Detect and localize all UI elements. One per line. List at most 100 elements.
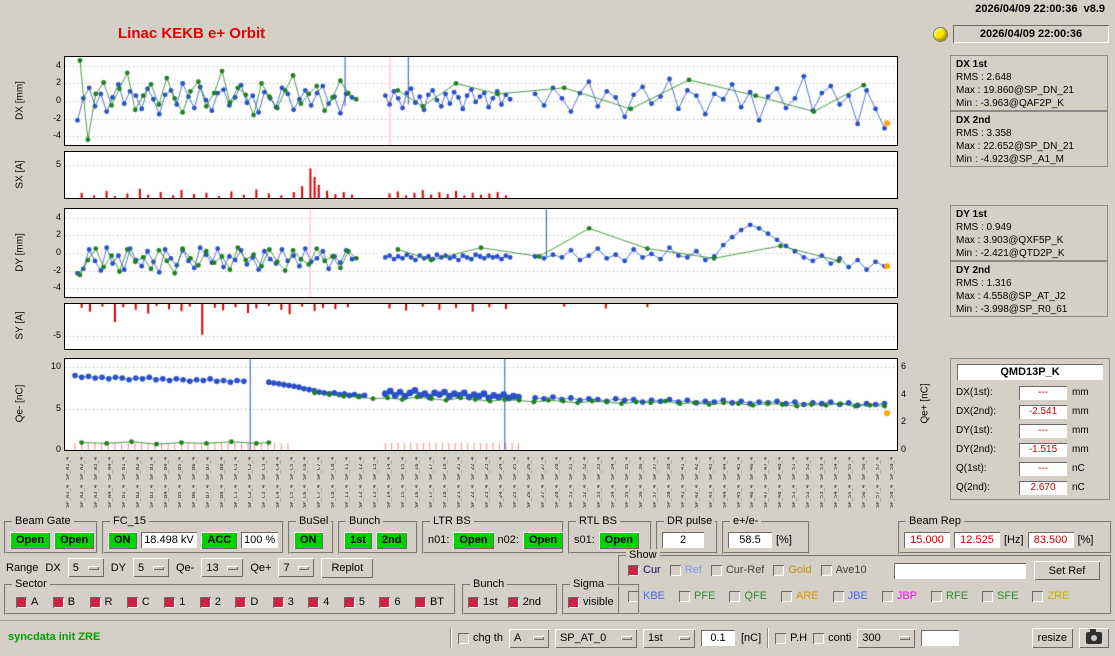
- dy-plot: [64, 208, 898, 298]
- show-cur-ref-checkbox[interactable]: Cur-Ref: [710, 564, 764, 576]
- snapshot-button[interactable]: [1079, 628, 1109, 648]
- sector-checkbox-b[interactable]: B: [52, 596, 75, 608]
- checkbox-indicator: [199, 596, 211, 608]
- conti-checkbox[interactable]: conti: [813, 632, 851, 644]
- beam-rep-group: Beam Rep 15.000 12.525 [Hz] 83.500 [%]: [898, 515, 1112, 554]
- bpm-name-label: SP_C3_4: [261, 456, 267, 480]
- bpm-name-label: SP_16_4: [415, 484, 421, 508]
- dr-pulse-field[interactable]: 2: [662, 532, 704, 548]
- fc15-on-button[interactable]: ON: [108, 531, 137, 549]
- monitor-name[interactable]: QMD13P_K: [957, 364, 1103, 380]
- axis-tick-label: 0: [901, 444, 907, 454]
- ltr-n02-open-button[interactable]: Open: [522, 531, 564, 549]
- sector-checkbox-5[interactable]: 5: [343, 596, 365, 608]
- bpm-name-label: SP_58_4: [890, 484, 896, 508]
- sector-checkbox-r[interactable]: R: [89, 596, 112, 608]
- blank-field[interactable]: [921, 630, 960, 646]
- bpm-name-label: SP_13_4: [373, 456, 379, 480]
- beam-gate-open-2-button[interactable]: Open: [54, 531, 95, 549]
- sector-checkbox-bt[interactable]: BT: [414, 596, 444, 608]
- sector-checkbox-4[interactable]: 4: [308, 596, 329, 608]
- checkbox-label: 1st: [483, 596, 498, 608]
- range-dx-select[interactable]: 5: [67, 558, 104, 577]
- fc15-percent-field[interactable]: 100 %: [241, 532, 278, 548]
- ph-checkbox[interactable]: P.H: [775, 632, 807, 644]
- bunch-1st-checkbox[interactable]: 1st: [468, 596, 498, 608]
- sector-checkbox-a[interactable]: A: [16, 596, 38, 608]
- range-qep-value: 7: [283, 561, 290, 574]
- show-jbp-checkbox[interactable]: JBP: [881, 590, 917, 602]
- bunch-buttons-group: Bunch 1st 2nd: [338, 515, 418, 554]
- ref-name-input[interactable]: [894, 563, 1026, 579]
- bpm-name-axis: SP_A1_4 SP_A2_4 SP_A3_4 SP_A4_4 SP_B1_4 SP_B2…: [64, 452, 898, 508]
- monitor-row: DY(1st): --- mm: [951, 421, 1109, 440]
- sector-checkbox-2[interactable]: 2: [199, 596, 221, 608]
- bpm-name-label: SP_B5_4: [177, 456, 183, 480]
- sector-checkbox-c[interactable]: C: [126, 596, 150, 608]
- bpm-name-label: SP_A4_4: [107, 484, 113, 508]
- ltr-n01-open-button[interactable]: Open: [453, 531, 494, 549]
- interval-select[interactable]: 300: [857, 628, 916, 648]
- bunch-1st-button[interactable]: 1st: [344, 531, 372, 549]
- sector-select[interactable]: A: [508, 628, 549, 648]
- group-label: Beam Rep: [906, 515, 964, 528]
- bpm-name-label: SP_C1_4: [233, 484, 239, 508]
- fc15-acc-button[interactable]: ACC: [201, 531, 238, 549]
- bpm-name-label: SP_28_4: [554, 456, 560, 480]
- replot-button[interactable]: Replot: [321, 557, 374, 578]
- monitor-select[interactable]: SP_AT_0: [554, 628, 637, 648]
- show-pfe-checkbox[interactable]: PFE: [679, 590, 715, 602]
- header-version: v8.9: [1083, 3, 1105, 15]
- checkbox-indicator: [628, 564, 639, 576]
- bunch-select[interactable]: 1st: [642, 628, 695, 648]
- sigma-visible-checkbox[interactable]: visible: [568, 596, 614, 608]
- bpm-name-label: SP_47_4: [764, 484, 770, 508]
- show-ref-checkbox[interactable]: Ref: [669, 564, 702, 576]
- sy-axis-title: SY [A]: [14, 311, 26, 340]
- show-are-checkbox[interactable]: ARE: [781, 590, 819, 602]
- dx-plot-canvas[interactable]: [65, 57, 897, 145]
- stats-rms: RMS : 0.949: [956, 222, 1012, 233]
- sx-plot-canvas[interactable]: [65, 152, 897, 198]
- epem-field[interactable]: 58.5: [728, 532, 772, 548]
- range-dy-select[interactable]: 5: [132, 558, 169, 577]
- dropdown-indicator-icon: [227, 565, 239, 570]
- bpm-name-label: SP_57_4: [876, 484, 882, 508]
- bpm-name-label: SP_42_4: [694, 484, 700, 508]
- set-ref-button[interactable]: Set Ref: [1034, 561, 1100, 580]
- show-qfe-checkbox[interactable]: QFE: [729, 590, 767, 602]
- show-cur-checkbox[interactable]: Cur: [628, 564, 661, 576]
- status-controls: chg th A SP_AT_0 1st 0.1 [nC] P.H conti …: [450, 628, 1109, 648]
- sector-checkbox-d[interactable]: D: [235, 596, 258, 608]
- dropdown-indicator-icon: [152, 565, 164, 570]
- sy-plot-canvas[interactable]: [65, 304, 897, 349]
- show-sfe-checkbox[interactable]: SFE: [982, 590, 1018, 602]
- range-qem-select[interactable]: 13: [201, 558, 244, 577]
- bunch-2nd-button[interactable]: 2nd: [375, 531, 408, 549]
- show-rfe-checkbox[interactable]: RFE: [931, 590, 968, 602]
- chg-th-checkbox[interactable]: chg th: [458, 632, 503, 644]
- qe-plot-canvas[interactable]: [65, 359, 897, 450]
- show-gold-checkbox[interactable]: Gold: [773, 564, 812, 576]
- bunch-2nd-checkbox[interactable]: 2nd: [507, 596, 541, 608]
- epem-ratio-group: e+/e- 58.5 [%]: [722, 515, 810, 554]
- beam-gate-open-1-button[interactable]: Open: [10, 531, 51, 549]
- resize-button[interactable]: resize: [1031, 628, 1073, 648]
- fc15-kv-field[interactable]: 18.498 kV: [140, 532, 198, 548]
- rtl-s01-open-button[interactable]: Open: [598, 531, 639, 549]
- sector-checkbox-1[interactable]: 1: [164, 596, 185, 608]
- show-jbe-checkbox[interactable]: JBE: [832, 590, 868, 602]
- bpm-name-label: SP_53_4: [820, 484, 826, 508]
- show-ave10-checkbox[interactable]: Ave10: [820, 564, 867, 576]
- show-zre-checkbox[interactable]: ZRE: [1032, 590, 1069, 602]
- sector-checkbox-6[interactable]: 6: [379, 596, 401, 608]
- dy-plot-canvas[interactable]: [65, 209, 897, 297]
- sector-checkbox-3[interactable]: 3: [272, 596, 294, 608]
- bpm-name-label: SP_16_4: [415, 456, 421, 480]
- threshold-field[interactable]: 0.1: [700, 630, 735, 646]
- range-qep-select[interactable]: 7: [278, 558, 315, 577]
- bpm-label-row: SP_A1_4 SP_A2_4 SP_A3_4 SP_A4_4 SP_B1_4 SP_B2…: [64, 452, 898, 480]
- bpm-name-label: SP_21_4: [457, 484, 463, 508]
- bpm-name-label: SP_52_4: [806, 484, 812, 508]
- busel-on-button[interactable]: ON: [294, 531, 323, 549]
